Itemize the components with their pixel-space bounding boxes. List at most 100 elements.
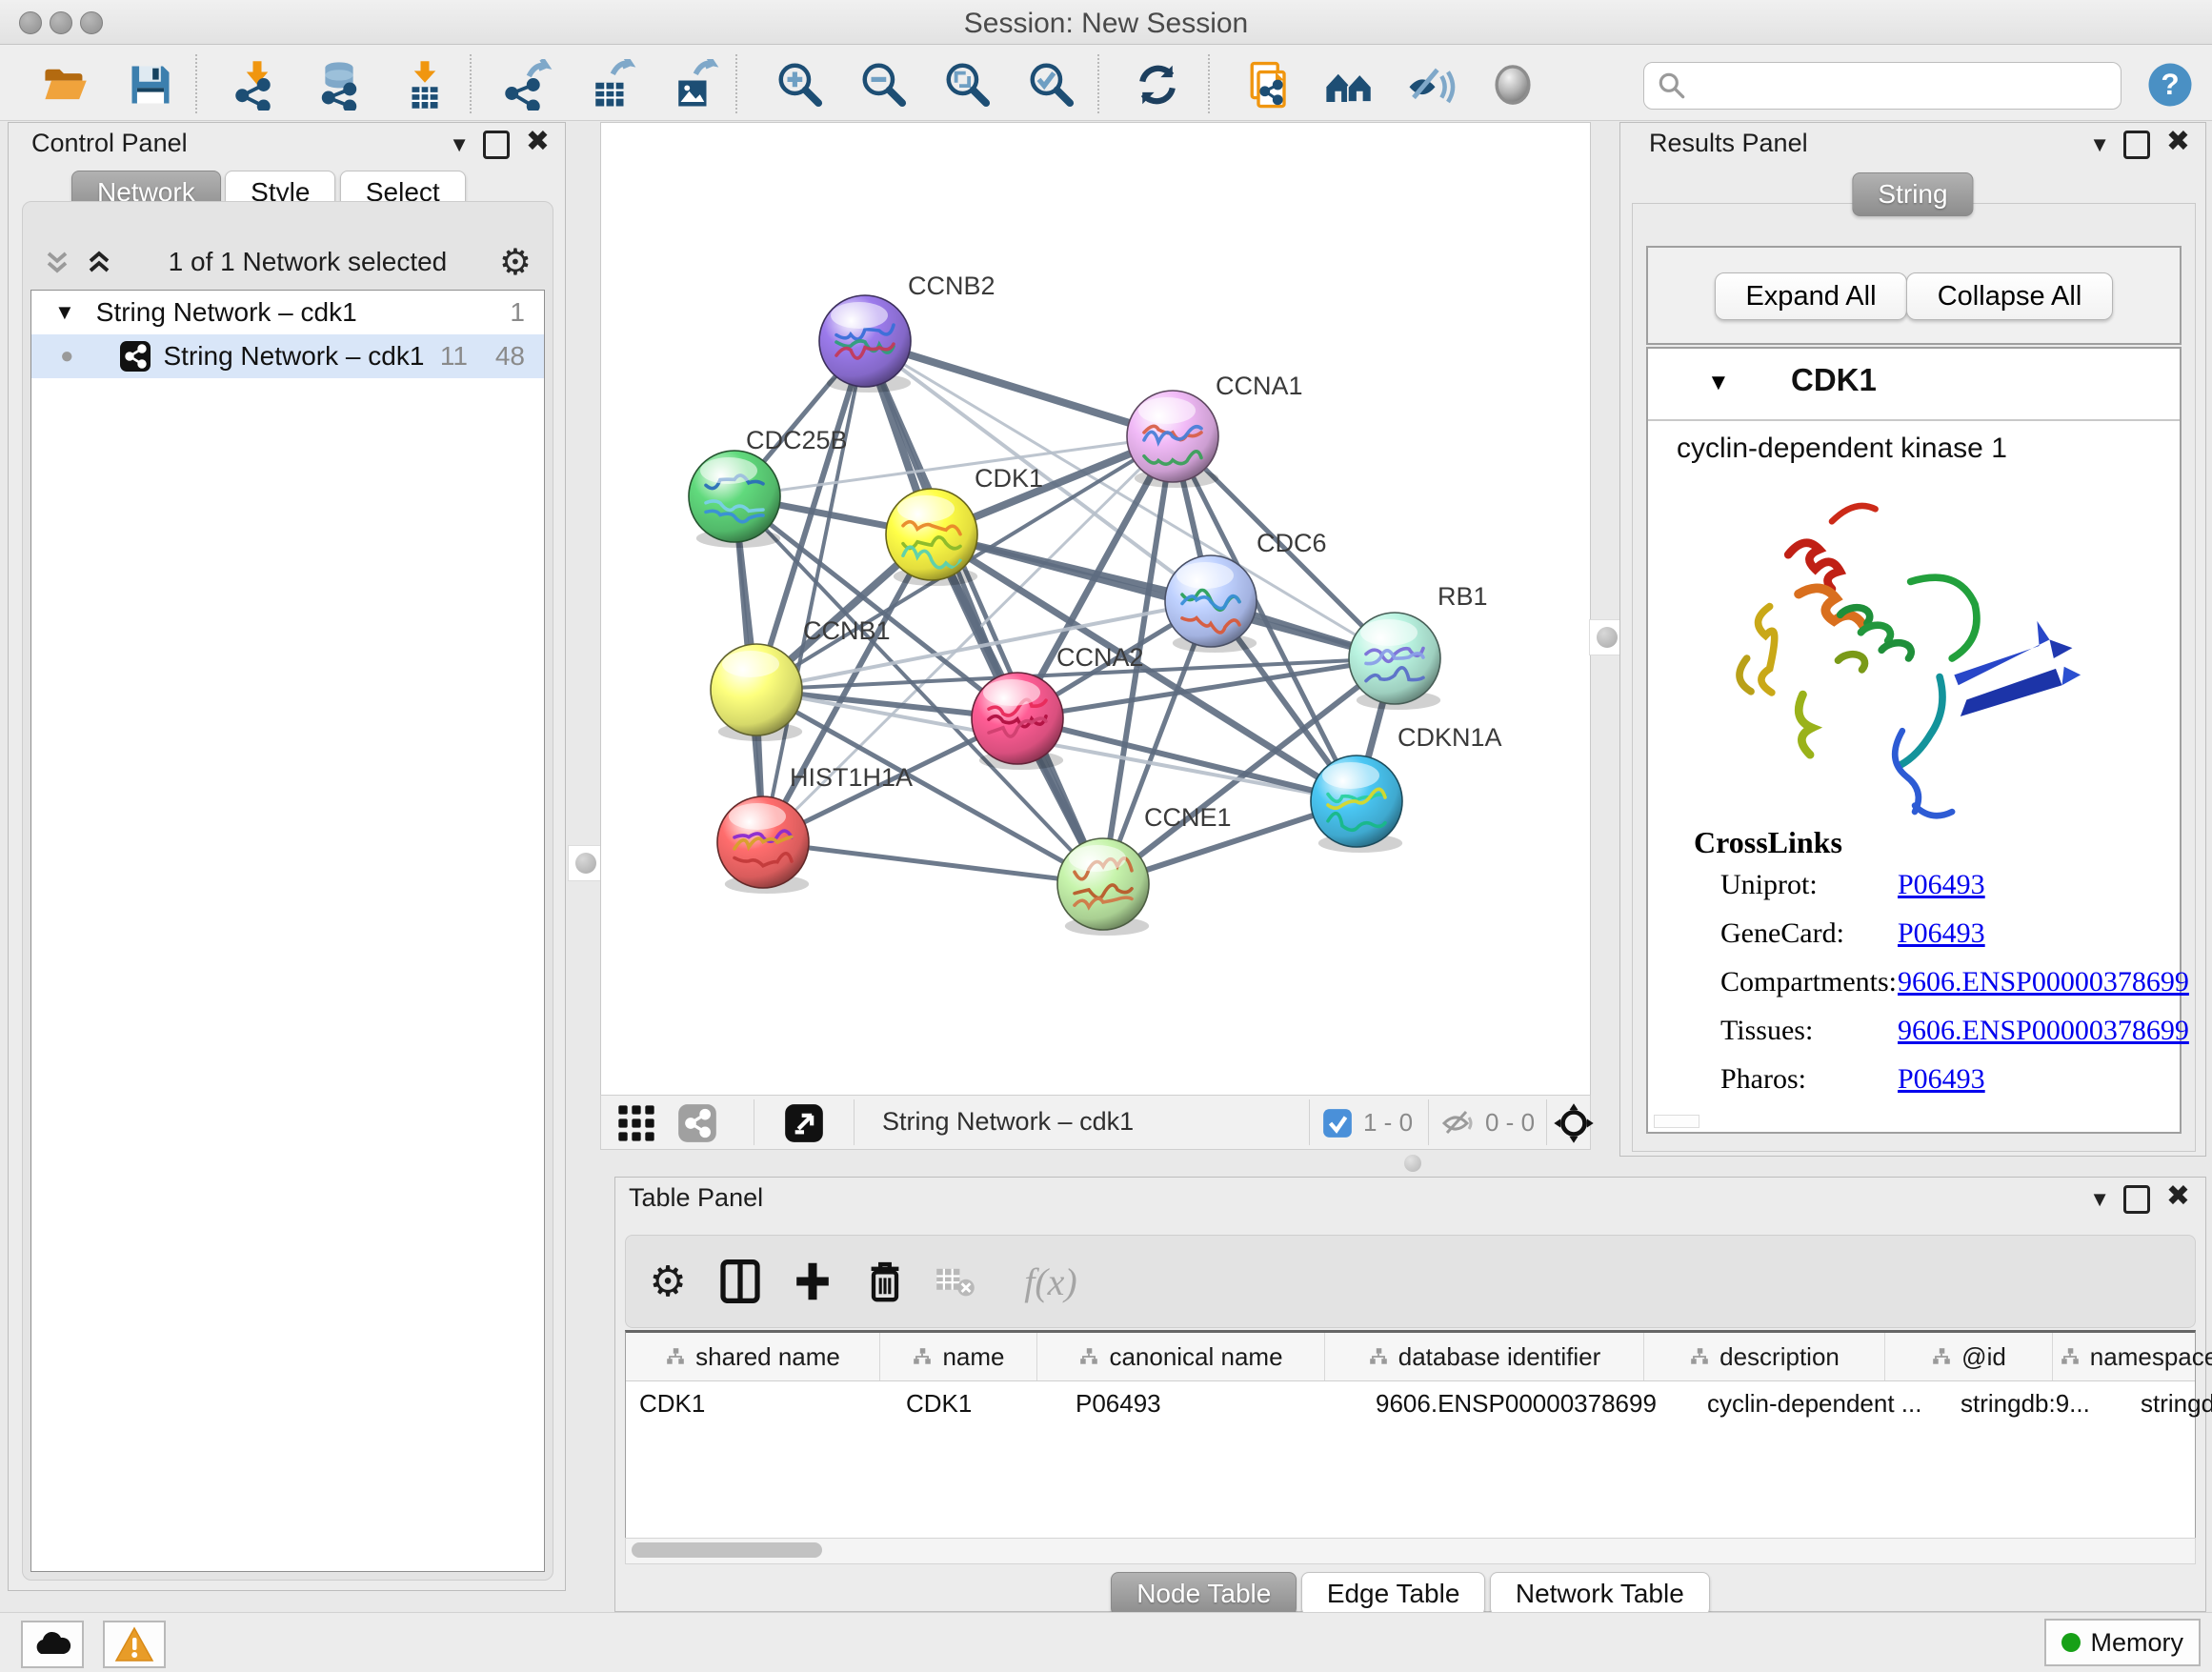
table-cell[interactable]: cyclin-dependent ... (1694, 1381, 1947, 1425)
crosslink-link[interactable]: P06493 (1898, 917, 1985, 950)
results-scrollbar-stub[interactable] (1654, 1115, 1699, 1128)
selected-checkbox[interactable] (1321, 1107, 1354, 1144)
tab-edge-table[interactable]: Edge Table (1301, 1572, 1486, 1616)
save-session-button[interactable] (124, 58, 177, 111)
expand-all-icon[interactable] (82, 245, 116, 279)
crosslink-link[interactable]: P06493 (1898, 1063, 1985, 1096)
network-status-dot: ● (60, 343, 74, 370)
table-cell[interactable]: CDK1 (893, 1381, 1062, 1425)
table-hscrollbar[interactable] (625, 1538, 2196, 1564)
help-button[interactable]: ? (2143, 58, 2197, 111)
tab-network-table[interactable]: Network Table (1490, 1572, 1710, 1616)
network-view-type-button[interactable] (677, 1103, 717, 1148)
network-node-rb1[interactable] (1349, 613, 1440, 710)
control-panel-collapse-button[interactable]: ▼ (449, 132, 470, 157)
control-panel-float-button[interactable] (483, 131, 510, 159)
export-image-button[interactable] (667, 58, 720, 111)
refresh-button[interactable] (1131, 58, 1184, 111)
network-canvas[interactable]: CCNB2CCNA1CDC25BCDK1CDC6RB1CCNB1CCNA2CDK… (600, 122, 1591, 1096)
export-table-button[interactable] (584, 58, 637, 111)
network-edge[interactable] (865, 341, 1173, 436)
show-columns-button[interactable] (714, 1253, 767, 1310)
network-node-cdc25b[interactable] (689, 451, 780, 548)
table-cell[interactable]: P06493 (1062, 1381, 1362, 1425)
table-cell[interactable]: 9606.ENSP00000378699 (1362, 1381, 1694, 1425)
column-header-database-identifier[interactable]: database identifier (1325, 1333, 1644, 1380)
table-cell[interactable]: stringdb:9... (1947, 1381, 2127, 1425)
left-splitter-handle[interactable] (568, 845, 604, 881)
results-panel-close-button[interactable]: ✖ (2166, 125, 2190, 158)
column-header-name[interactable]: name (880, 1333, 1037, 1380)
results-panel-float-button[interactable] (2123, 131, 2150, 159)
open-session-button[interactable] (38, 58, 91, 111)
network-node-cdk1[interactable] (886, 489, 977, 586)
birdseye-view-button[interactable] (784, 1103, 824, 1148)
network-options-gear-icon[interactable]: ⚙ (499, 241, 532, 284)
network-node-ccnb1[interactable] (711, 644, 802, 741)
crosslink-link[interactable]: 9606.ENSP00000378699 (1898, 1015, 2189, 1047)
column-header-description[interactable]: description (1644, 1333, 1885, 1380)
collapse-all-icon[interactable] (40, 245, 74, 279)
gene-expander-icon[interactable]: ▼ (1707, 370, 1730, 396)
grid-view-button[interactable] (616, 1103, 656, 1148)
add-column-button[interactable] (786, 1253, 839, 1310)
network-node-cdkn1a[interactable] (1311, 755, 1402, 853)
column-header-shared-name[interactable]: shared name (626, 1333, 880, 1380)
table-hscroll-thumb[interactable] (632, 1542, 822, 1558)
search-input[interactable] (1688, 71, 2121, 101)
tab-string-results[interactable]: String (1852, 172, 1973, 216)
network-node-cdc6[interactable] (1165, 555, 1257, 653)
crosslink-link[interactable]: 9606.ENSP00000378699 (1898, 966, 2189, 998)
network-node-hist1h1a[interactable] (717, 796, 809, 894)
gene-header-row[interactable]: ▼ CDK1 (1648, 349, 2180, 421)
zoom-out-button[interactable] (857, 58, 911, 111)
horizontal-splitter-handle[interactable] (1404, 1155, 1421, 1177)
network-node-ccne1[interactable] (1057, 838, 1149, 936)
network-graph[interactable]: CCNB2CCNA1CDC25BCDK1CDC6RB1CCNB1CCNA2CDK… (601, 123, 1590, 1095)
network-row[interactable]: ● String Network – cdk1 11 48 (31, 334, 544, 378)
warning-status-button[interactable] (103, 1621, 166, 1668)
function-builder-button[interactable]: f(x) (1003, 1253, 1098, 1310)
results-panel-collapse-button[interactable]: ▼ (2089, 132, 2110, 157)
delete-table-button[interactable] (929, 1253, 982, 1310)
import-table-button[interactable] (398, 58, 452, 111)
network-node-ccna1[interactable] (1127, 391, 1218, 488)
zoom-selected-button[interactable] (1025, 58, 1078, 111)
table-options-button[interactable]: ⚙ (641, 1253, 694, 1310)
import-network-button[interactable] (231, 58, 284, 111)
hide-selected-button[interactable] (1404, 58, 1458, 111)
control-panel-close-button[interactable]: ✖ (526, 125, 550, 158)
pan-mode-button[interactable] (1552, 1101, 1596, 1150)
home-button[interactable] (1322, 58, 1376, 111)
table-panel-float-button[interactable] (2123, 1185, 2150, 1214)
tab-node-table[interactable]: Node Table (1111, 1572, 1297, 1616)
collapse-all-button[interactable]: Collapse All (1906, 272, 2113, 320)
table-row[interactable]: CDK1CDK1P064939606.ENSP00000378699cyclin… (626, 1381, 2195, 1425)
zoom-fit-icon (942, 59, 994, 111)
network-node-ccna2[interactable] (972, 673, 1063, 770)
node-table[interactable]: shared name namecanonical namedatabase id… (625, 1330, 2196, 1541)
show-preview-button[interactable] (1486, 58, 1539, 111)
crosslink-link[interactable]: P06493 (1898, 869, 1985, 901)
network-edge[interactable] (763, 842, 1103, 884)
column-header--id[interactable]: @id (1885, 1333, 2053, 1380)
collection-expander-icon[interactable]: ▼ (54, 300, 75, 325)
memory-button[interactable]: Memory (2044, 1619, 2201, 1666)
zoom-in-button[interactable] (774, 58, 827, 111)
search-box[interactable] (1643, 62, 2122, 110)
zoom-fit-button[interactable] (941, 58, 995, 111)
column-header-canonical-name[interactable]: canonical name (1037, 1333, 1325, 1380)
cloud-status-button[interactable] (21, 1621, 84, 1668)
table-panel-collapse-button[interactable]: ▼ (2089, 1187, 2110, 1212)
column-header-label: shared name (695, 1342, 840, 1372)
import-database-button[interactable] (312, 58, 366, 111)
table-cell[interactable]: CDK1 (626, 1381, 893, 1425)
table-cell[interactable]: stringdb (2127, 1381, 2212, 1425)
expand-all-button[interactable]: Expand All (1715, 272, 1907, 320)
column-header-namespace[interactable]: namespace (2053, 1333, 2212, 1380)
network-collection-row[interactable]: ▼ String Network – cdk1 1 (31, 291, 544, 334)
clone-network-button[interactable] (1240, 58, 1294, 111)
table-panel-close-button[interactable]: ✖ (2166, 1179, 2190, 1213)
delete-column-button[interactable] (858, 1253, 912, 1310)
export-network-button[interactable] (500, 58, 553, 111)
